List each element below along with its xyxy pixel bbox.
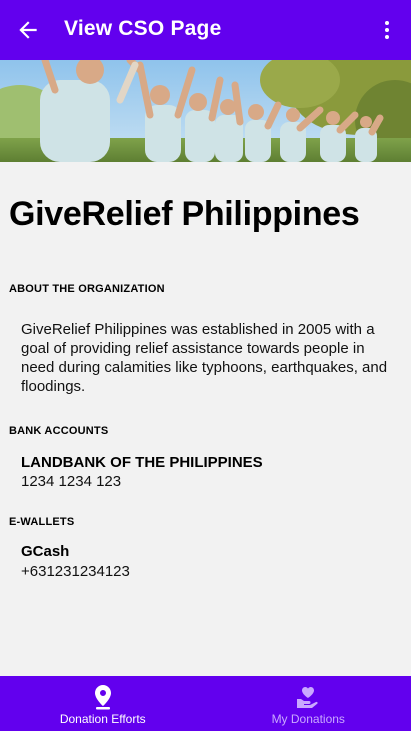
bank-account-name: LANDBANK OF THE PHILIPPINES [21,454,263,471]
nav-donation-efforts-label: Donation Efforts [59,712,146,726]
app-bar: View CSO Page [0,0,411,60]
about-section-label: ABOUT THE ORGANIZATION [9,283,165,295]
location-pin-icon [94,685,111,710]
nav-my-donations-label: My Donations [271,712,345,726]
group-celebration-photo [0,60,411,162]
ewallet-number: +631231234123 [21,563,130,580]
bank-account-number: 1234 1234 123 [21,473,122,490]
ewallets-label: E-WALLETS [9,516,75,528]
banner-image [0,60,411,162]
page-title: View CSO Page [64,17,222,40]
about-description: GiveRelief Philippines was established i… [21,321,388,395]
organization-name: GiveRelief Philippines [9,195,360,233]
app-root: View CSO Page GiveRelief Philippines ABO… [0,0,411,731]
overflow-menu-button[interactable] [373,16,401,44]
bottom-navigation: Donation Efforts My Donations [0,676,411,731]
ewallet-name: GCash [21,543,70,560]
back-button[interactable] [14,16,42,44]
nav-donation-efforts[interactable]: Donation Efforts [0,676,206,731]
more-vertical-icon [385,21,389,39]
heart-hand-icon [297,687,318,708]
nav-my-donations[interactable]: My Donations [206,676,411,731]
arrow-left-icon [19,21,37,39]
bank-accounts-label: BANK ACCOUNTS [9,425,109,437]
